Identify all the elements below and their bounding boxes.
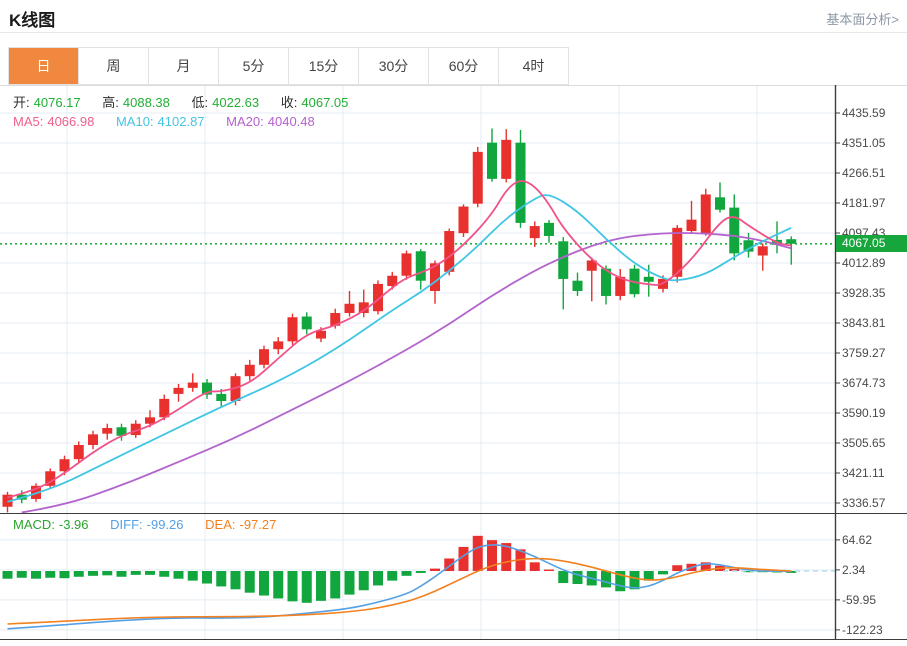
tab-5min[interactable]: 5分 <box>219 48 289 84</box>
page-title: K线图 <box>9 11 56 30</box>
tab-month[interactable]: 月 <box>149 48 219 84</box>
kline-chart[interactable]: 4435.594351.054266.514181.974097.434012.… <box>0 85 907 646</box>
svg-text:3674.73: 3674.73 <box>842 376 886 390</box>
last-price-badge: 4067.05 <box>836 235 907 253</box>
svg-text:4435.59: 4435.59 <box>842 106 886 120</box>
kline-app: K线图 基本面分析> 日 周 月 5分 15分 30分 60分 4时 4435.… <box>0 0 907 646</box>
svg-text:3843.81: 3843.81 <box>842 316 886 330</box>
svg-text:3759.27: 3759.27 <box>842 346 886 360</box>
svg-text:3590.19: 3590.19 <box>842 406 886 420</box>
tab-30min[interactable]: 30分 <box>359 48 429 84</box>
tab-week[interactable]: 周 <box>79 48 149 84</box>
svg-text:3928.35: 3928.35 <box>842 286 886 300</box>
period-tabs: 日 周 月 5分 15分 30分 60分 4时 <box>8 47 569 85</box>
svg-text:4181.97: 4181.97 <box>842 196 886 210</box>
title-bar: K线图 基本面分析> <box>0 0 907 33</box>
svg-text:4351.05: 4351.05 <box>842 136 886 150</box>
tab-15min[interactable]: 15分 <box>289 48 359 84</box>
svg-text:64.62: 64.62 <box>842 533 872 547</box>
svg-text:-122.23: -122.23 <box>842 623 883 637</box>
tab-day[interactable]: 日 <box>9 48 79 84</box>
svg-text:3505.65: 3505.65 <box>842 436 886 450</box>
chart-container: 4435.59 4351.05 4266.51 4181.97 4097.43 4012.… <box>0 85 907 646</box>
fundamental-analysis-link[interactable]: 基本面分析> <box>826 9 899 28</box>
svg-text:2.34: 2.34 <box>842 563 866 577</box>
tab-60min[interactable]: 60分 <box>429 48 499 84</box>
svg-text:4012.89: 4012.89 <box>842 256 886 270</box>
tab-4hour[interactable]: 4时 <box>499 48 568 84</box>
svg-text:4266.51: 4266.51 <box>842 166 886 180</box>
svg-text:3421.11: 3421.11 <box>842 466 885 480</box>
svg-text:3336.57: 3336.57 <box>842 496 886 510</box>
svg-text:-59.95: -59.95 <box>842 593 876 607</box>
